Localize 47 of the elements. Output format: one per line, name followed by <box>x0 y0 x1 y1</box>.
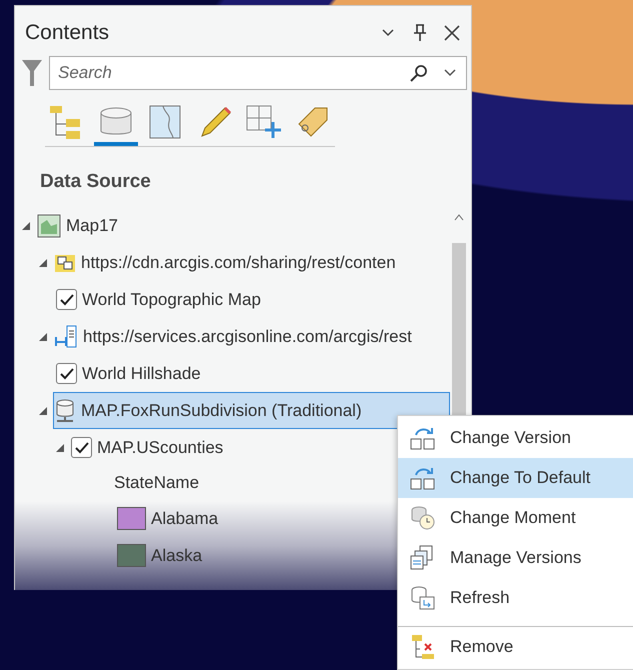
collapse-arrow-icon[interactable] <box>38 406 48 416</box>
menu-item[interactable]: Change To Default <box>398 458 633 498</box>
database-server-icon <box>54 398 76 422</box>
scroll-up-icon[interactable] <box>454 213 464 221</box>
tree-item-label[interactable]: https://services.arcgisonline.com/arcgis/rest <box>83 326 412 346</box>
menu-item[interactable]: Remove <box>398 626 633 667</box>
grid-plus-icon <box>244 104 283 140</box>
checkbox[interactable] <box>56 289 77 310</box>
collapse-arrow-icon[interactable] <box>21 220 31 230</box>
search-field[interactable]: Search <box>49 56 467 90</box>
database-clock-icon <box>410 505 436 531</box>
map-sheet-icon <box>149 105 182 139</box>
section-title: Data Source <box>39 170 152 193</box>
pin-icon <box>413 23 427 43</box>
checkbox[interactable] <box>56 363 77 384</box>
chevron-down-icon <box>381 28 395 38</box>
legend-label: Alabama <box>151 508 218 528</box>
tree-item-label[interactable]: World Hillshade <box>82 364 201 384</box>
remove-layer-icon <box>410 634 436 660</box>
legend-label: Alaska <box>151 546 202 566</box>
collapse-arrow-icon[interactable] <box>55 442 65 452</box>
checkbox[interactable] <box>71 437 92 458</box>
refresh-icon <box>410 585 436 611</box>
change-version-icon <box>410 425 436 451</box>
collapse-arrow-icon[interactable] <box>38 332 48 342</box>
tree-item-label[interactable]: World Topographic Map <box>82 290 261 310</box>
search-icon[interactable] <box>409 63 429 83</box>
menu-item[interactable]: Change Moment <box>398 498 633 538</box>
checkmark-icon <box>60 294 74 306</box>
tree-row-highlight[interactable]: MAP.FoxRunSubdivision (Traditional) <box>53 392 450 429</box>
filter-icon[interactable] <box>21 58 43 88</box>
legend-heading: StateName <box>114 473 200 493</box>
collapse-arrow-icon[interactable] <box>38 258 48 268</box>
change-version-icon <box>410 465 436 491</box>
checkmark-icon <box>74 442 88 454</box>
chevron-down-icon[interactable] <box>443 68 457 78</box>
pane-title: Contents <box>25 21 110 45</box>
map-icon <box>37 214 61 238</box>
map-service-icon <box>54 324 78 348</box>
checkmark-icon <box>60 368 74 380</box>
tree-item-label[interactable]: Map17 <box>66 216 118 236</box>
tree-item-label[interactable]: MAP.UScounties <box>97 438 224 458</box>
tree-item-label[interactable]: MAP.FoxRunSubdivision (Traditional) <box>81 400 362 420</box>
tree-item-label[interactable]: https://cdn.arcgis.com/sharing/rest/conten <box>81 252 396 272</box>
close-icon <box>443 24 461 42</box>
menu-item[interactable]: Manage Versions <box>398 538 633 578</box>
menu-item[interactable]: Refresh <box>398 578 633 618</box>
